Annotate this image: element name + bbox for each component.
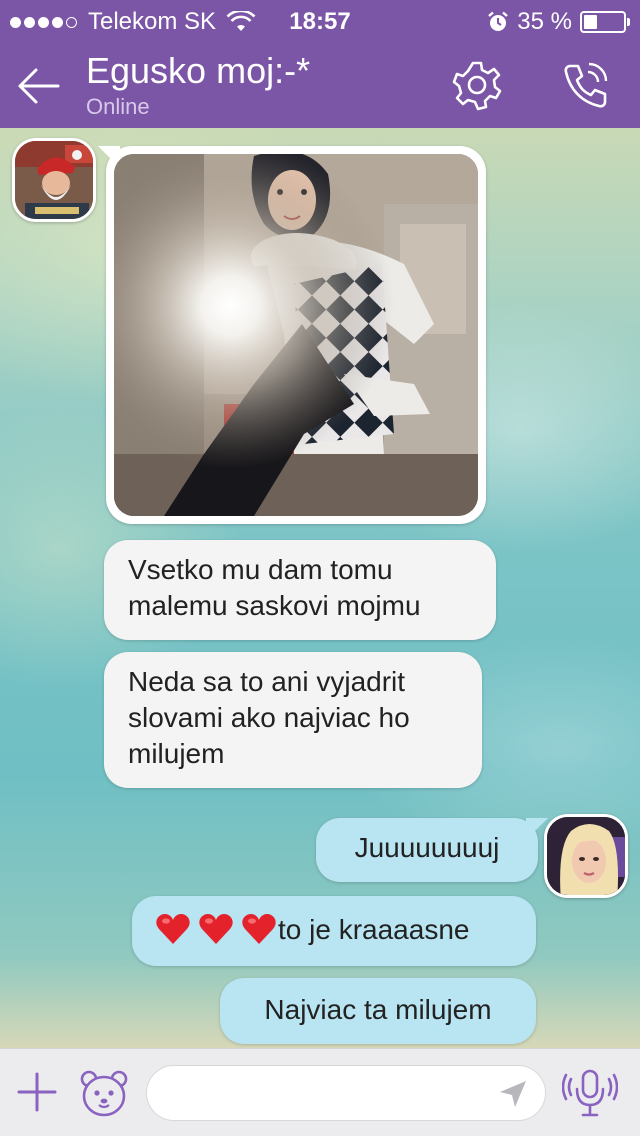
photo-attachment[interactable] xyxy=(114,154,478,516)
battery-icon xyxy=(580,11,630,33)
photo-message[interactable] xyxy=(106,146,486,524)
incoming-message[interactable]: Neda sa to ani vyjadrit slovami ako najv… xyxy=(104,652,482,788)
incoming-message[interactable]: Vsetko mu dam tomu malemu saskovi mojmu xyxy=(104,540,496,640)
message-text: Vsetko mu dam tomu malemu saskovi mojmu xyxy=(128,554,421,621)
phone-call-icon[interactable] xyxy=(558,58,612,112)
message-input[interactable] xyxy=(146,1065,546,1121)
chat-header: Telekom SK 18:57 35 % Egusko moj:-* Onli… xyxy=(0,0,640,128)
chat-message-list[interactable]: Vsetko mu dam tomu malemu saskovi mojmu … xyxy=(0,128,640,1048)
message-text: to je kraaaasne xyxy=(278,914,470,945)
sticker-bear-icon[interactable] xyxy=(78,1067,130,1119)
back-arrow-icon[interactable] xyxy=(14,62,62,110)
battery-level-fill xyxy=(584,15,598,29)
contact-status: Online xyxy=(86,94,150,119)
heart-emoji-icon xyxy=(199,913,233,945)
outgoing-message[interactable]: to je kraaaasne xyxy=(132,896,536,966)
message-text: Juuuuuuuuj xyxy=(354,832,500,863)
plus-icon[interactable] xyxy=(16,1071,58,1113)
message-text: Neda sa to ani vyjadrit slovami ako najv… xyxy=(128,666,410,769)
chat-title-block[interactable]: Egusko moj:-* Online xyxy=(86,50,310,120)
gear-icon[interactable] xyxy=(450,58,504,112)
heart-emoji-icon xyxy=(242,913,276,945)
contact-name: Egusko moj:-* xyxy=(86,50,311,91)
outgoing-message[interactable]: Juuuuuuuuj xyxy=(316,818,538,882)
battery-percent: 35 % xyxy=(517,8,572,35)
user-avatar[interactable] xyxy=(544,814,628,898)
message-text: Najviac ta milujem xyxy=(264,994,492,1025)
alarm-clock-icon xyxy=(488,11,509,31)
outgoing-message[interactable]: Najviac ta milujem xyxy=(220,978,536,1044)
contact-avatar[interactable] xyxy=(12,138,96,222)
message-composer xyxy=(0,1048,640,1136)
heart-emoji-icon xyxy=(156,913,190,945)
status-bar: Telekom SK 18:57 35 % xyxy=(0,0,640,40)
send-arrow-icon[interactable] xyxy=(498,1079,528,1109)
microphone-icon[interactable] xyxy=(562,1065,618,1121)
status-right: 35 % xyxy=(487,8,630,36)
